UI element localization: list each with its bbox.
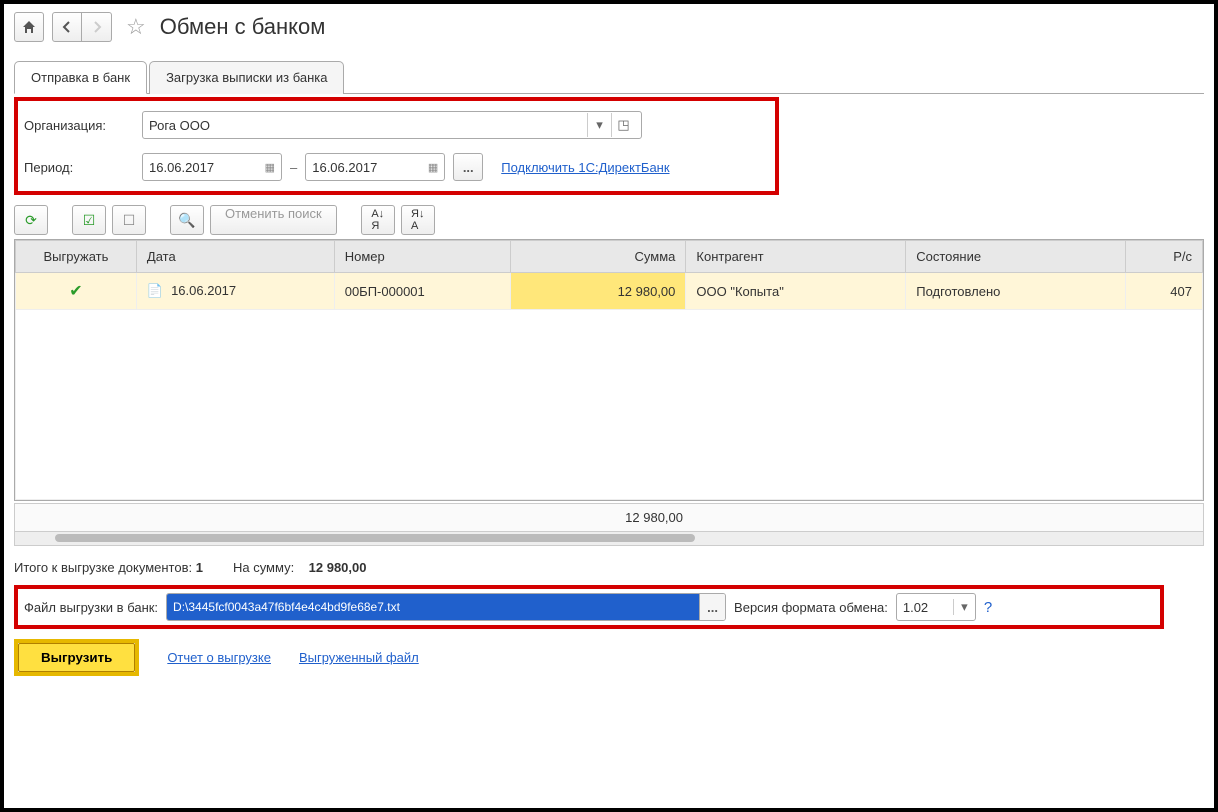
home-icon [21, 19, 37, 35]
export-file-label: Файл выгрузки в банк: [24, 600, 158, 615]
refresh-icon: ⟳ [25, 212, 37, 229]
export-file-value: D:\3445fcf0043a47f6bf4e4c4bd9fe68e7.txt [167, 594, 699, 620]
page-title: Обмен с банком [160, 14, 326, 40]
check-all-button[interactable]: ☑ [72, 205, 106, 235]
col-sum[interactable]: Сумма [510, 241, 686, 273]
organization-value: Рога ООО [149, 118, 210, 133]
cell-date: 16.06.2017 [171, 283, 236, 298]
cell-number: 00БП-000001 [334, 273, 510, 310]
documents-table: Выгружать Дата Номер Сумма Контрагент Со… [14, 239, 1204, 501]
cell-status: Подготовлено [906, 273, 1126, 310]
table-footer: 12 980,00 [14, 503, 1204, 532]
organization-dropdown-button[interactable]: ▾ [587, 113, 611, 137]
export-checkbox[interactable]: ✔ [69, 283, 82, 300]
col-status[interactable]: Состояние [906, 241, 1126, 273]
cell-account: 407 [1126, 273, 1203, 310]
search-button[interactable]: 🔍 [170, 205, 204, 235]
format-version-field[interactable]: 1.02 ▾ [896, 593, 976, 621]
horizontal-scrollbar[interactable] [14, 532, 1204, 546]
forward-button[interactable] [82, 12, 112, 42]
date-to-value: 16.06.2017 [312, 160, 377, 175]
cell-sum: 12 980,00 [510, 273, 686, 310]
organization-label: Организация: [24, 118, 134, 133]
period-select-button[interactable]: ... [453, 153, 483, 181]
tab-bar: Отправка в банк Загрузка выписки из банк… [14, 60, 1204, 94]
summary-sum-label: На сумму: [233, 560, 294, 575]
calendar-icon[interactable]: ▦ [428, 161, 438, 174]
table-row[interactable]: ✔ 📄 16.06.2017 00БП-000001 12 980,00 ООО … [16, 273, 1203, 310]
exported-file-link[interactable]: Выгруженный файл [299, 650, 419, 665]
format-version-value: 1.02 [897, 600, 953, 615]
footer-sum: 12 980,00 [563, 510, 683, 525]
col-date[interactable]: Дата [136, 241, 334, 273]
toolbar: ⟳ ☑ ☐ 🔍 Отменить поиск А↓Я Я↓А [14, 205, 1204, 235]
col-export[interactable]: Выгружать [16, 241, 137, 273]
cell-partner: ООО "Копыта" [686, 273, 906, 310]
summary-docs-count: 1 [196, 560, 203, 575]
connect-directbank-link[interactable]: Подключить 1С:ДиректБанк [501, 160, 669, 175]
col-partner[interactable]: Контрагент [686, 241, 906, 273]
search-icon: 🔍 [178, 212, 195, 229]
export-file-field[interactable]: D:\3445fcf0043a47f6bf4e4c4bd9fe68e7.txt … [166, 593, 726, 621]
organization-field[interactable]: Рога ООО ▾ ◳ [142, 111, 642, 139]
arrow-right-icon [90, 20, 104, 34]
period-label: Период: [24, 160, 134, 175]
sort-desc-button[interactable]: Я↓А [401, 205, 435, 235]
back-button[interactable] [52, 12, 82, 42]
date-dash: – [290, 160, 297, 175]
filter-panel: Организация: Рога ООО ▾ ◳ Период: 16.06.… [14, 97, 779, 195]
uncheck-all-button[interactable]: ☐ [112, 205, 146, 235]
export-report-link[interactable]: Отчет о выгрузке [167, 650, 271, 665]
tab-load-statement[interactable]: Загрузка выписки из банка [149, 61, 344, 94]
calendar-icon[interactable]: ▦ [265, 161, 275, 174]
arrow-left-icon [60, 20, 74, 34]
summary-docs-label: Итого к выгрузке документов: [14, 560, 192, 575]
sort-asc-button[interactable]: А↓Я [361, 205, 395, 235]
refresh-button[interactable]: ⟳ [14, 205, 48, 235]
date-from-value: 16.06.2017 [149, 160, 214, 175]
summary-line: Итого к выгрузке документов: 1 На сумму:… [14, 560, 1204, 575]
table-empty-area [16, 310, 1203, 500]
organization-open-button[interactable]: ◳ [611, 113, 635, 137]
export-file-browse-button[interactable]: ... [699, 594, 725, 620]
cancel-search-button[interactable]: Отменить поиск [210, 205, 337, 235]
home-button[interactable] [14, 12, 44, 42]
sort-desc-icon: Я↓А [411, 208, 424, 232]
check-all-icon: ☑ [83, 212, 96, 229]
date-from-field[interactable]: 16.06.2017 ▦ [142, 153, 282, 181]
format-version-dropdown[interactable]: ▾ [953, 599, 975, 615]
tab-send-to-bank[interactable]: Отправка в банк [14, 61, 147, 94]
format-version-label: Версия формата обмена: [734, 600, 888, 615]
help-icon[interactable]: ? [984, 599, 992, 616]
summary-sum-value: 12 980,00 [309, 560, 367, 575]
col-number[interactable]: Номер [334, 241, 510, 273]
uncheck-all-icon: ☐ [123, 212, 136, 229]
date-to-field[interactable]: 16.06.2017 ▦ [305, 153, 445, 181]
col-account[interactable]: Р/с [1126, 241, 1203, 273]
document-icon: 📄 [147, 283, 163, 298]
export-button[interactable]: Выгрузить [18, 643, 135, 672]
sort-asc-icon: А↓Я [371, 208, 384, 232]
favorite-icon[interactable]: ☆ [126, 14, 146, 40]
